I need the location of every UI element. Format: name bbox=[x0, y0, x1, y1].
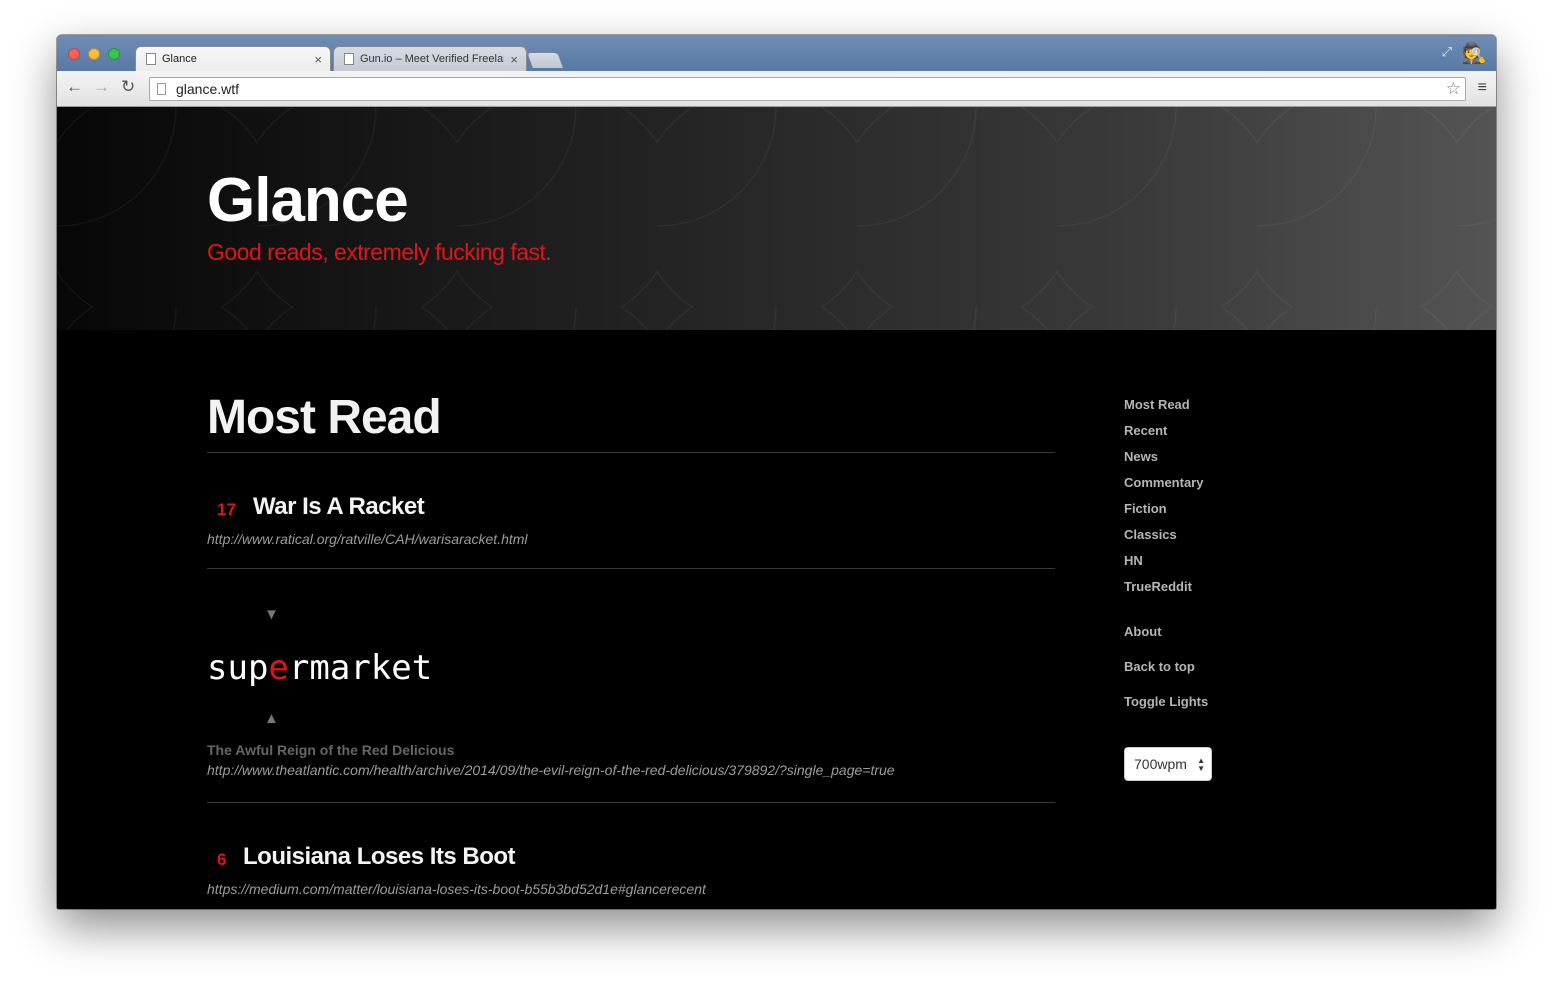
word-before: sup bbox=[207, 648, 269, 688]
zoom-window-button[interactable] bbox=[108, 48, 120, 60]
about-link[interactable]: About bbox=[1124, 624, 1162, 639]
tab-title: Gun.io – Meet Verified Freelancers bbox=[360, 53, 504, 65]
close-tab-icon[interactable]: × bbox=[510, 52, 518, 67]
sidebar-item-commentary[interactable]: Commentary bbox=[1124, 475, 1203, 490]
sidebar-item-truereddit[interactable]: TrueReddit bbox=[1124, 579, 1192, 594]
divider bbox=[207, 452, 1055, 453]
tab-gunio[interactable]: Gun.io – Meet Verified Freelancers × bbox=[333, 46, 527, 71]
toggle-lights-link[interactable]: Toggle Lights bbox=[1124, 694, 1208, 709]
browser-window: Glance × Gun.io – Meet Verified Freelanc… bbox=[57, 35, 1496, 909]
hero-banner: Glance Good reads, extremely fucking fas… bbox=[57, 107, 1496, 330]
bookmark-star-icon[interactable]: ☆ bbox=[1446, 79, 1461, 99]
article-url[interactable]: http://www.ratical.org/ratville/CAH/wari… bbox=[207, 531, 528, 547]
word-pivot-letter: e bbox=[268, 648, 289, 688]
select-arrows-icon: ▲ ▼ bbox=[1197, 756, 1205, 773]
url-text[interactable]: glance.wtf bbox=[176, 81, 239, 97]
tab-title: Glance bbox=[162, 53, 197, 65]
site-title: Glance bbox=[207, 166, 409, 235]
sidebar-item-recent[interactable]: Recent bbox=[1124, 423, 1167, 438]
browser-toolbar: ← → ↻ glance.wtf ☆ ≡ bbox=[57, 71, 1496, 107]
reader-marker-top-icon: ▼ bbox=[264, 606, 279, 623]
back-icon[interactable]: ← bbox=[66, 77, 83, 97]
article-title[interactable]: Louisiana Loses Its Boot bbox=[243, 843, 516, 871]
close-window-button[interactable] bbox=[68, 48, 80, 60]
sidebar-item-hn[interactable]: HN bbox=[1124, 553, 1143, 568]
article-title[interactable]: War Is A Racket bbox=[253, 493, 425, 521]
sidebar-item-most-read[interactable]: Most Read bbox=[1124, 397, 1190, 412]
read-count: 6 bbox=[217, 850, 227, 869]
reader-marker-bottom-icon: ▲ bbox=[264, 710, 279, 727]
favicon-icon bbox=[344, 53, 354, 65]
sidebar-item-fiction[interactable]: Fiction bbox=[1124, 501, 1167, 516]
sidebar-item-classics[interactable]: Classics bbox=[1124, 527, 1177, 542]
reader-article-url[interactable]: http://www.theatlantic.com/health/archiv… bbox=[207, 762, 895, 778]
back-to-top-link[interactable]: Back to top bbox=[1124, 659, 1195, 674]
incognito-icon: 🕵 bbox=[1461, 43, 1487, 65]
section-title: Most Read bbox=[207, 391, 442, 444]
site-tagline: Good reads, extremely fucking fast. bbox=[207, 239, 552, 265]
minimize-window-button[interactable] bbox=[88, 48, 100, 60]
reader-article-title[interactable]: The Awful Reign of the Red Delicious bbox=[207, 742, 454, 758]
page-icon bbox=[157, 83, 166, 95]
sidebar-item-news[interactable]: News bbox=[1124, 449, 1158, 464]
wpm-select[interactable]: 700wpm ▲ ▼ bbox=[1124, 747, 1212, 781]
title-bar: Glance × Gun.io – Meet Verified Freelanc… bbox=[57, 35, 1496, 71]
divider bbox=[207, 802, 1055, 803]
page-content: Glance Good reads, extremely fucking fas… bbox=[57, 107, 1496, 909]
close-tab-icon[interactable]: × bbox=[314, 52, 322, 67]
page-icon bbox=[146, 53, 156, 65]
reader-word: supermarket bbox=[207, 648, 432, 688]
forward-icon[interactable]: → bbox=[93, 77, 110, 97]
fullscreen-icon[interactable]: ⤢ bbox=[1442, 44, 1452, 60]
wpm-selected-value: 700wpm bbox=[1134, 756, 1187, 772]
divider bbox=[207, 568, 1055, 569]
menu-icon[interactable]: ≡ bbox=[1478, 79, 1487, 97]
new-tab-button[interactable] bbox=[526, 52, 564, 68]
word-after: rmarket bbox=[288, 648, 433, 688]
reload-icon[interactable]: ↻ bbox=[121, 77, 135, 97]
address-bar[interactable]: glance.wtf ☆ bbox=[149, 77, 1466, 101]
read-count: 17 bbox=[217, 500, 236, 519]
article-url[interactable]: https://medium.com/matter/louisiana-lose… bbox=[207, 881, 706, 897]
tab-glance[interactable]: Glance × bbox=[135, 46, 331, 71]
